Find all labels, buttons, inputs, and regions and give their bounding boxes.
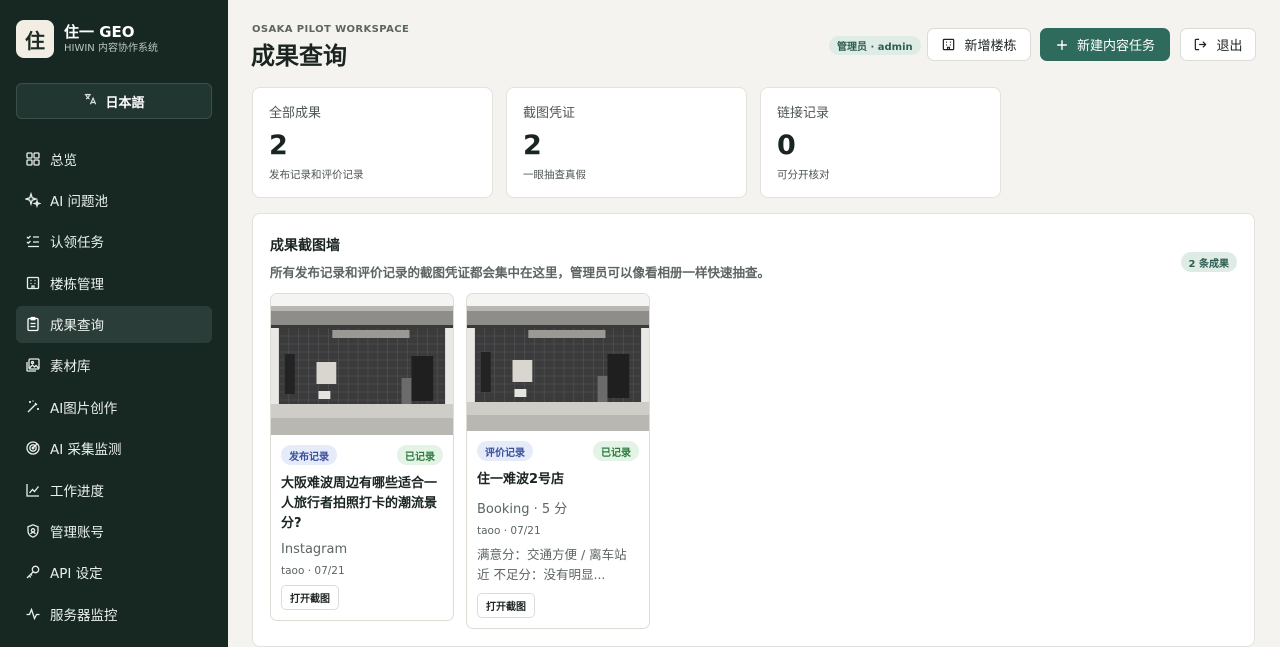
plus-icon [1055, 38, 1069, 52]
card-title: 大阪难波周边有哪些适合一人旅行者拍照打卡的潮流景分? [281, 476, 438, 531]
open-screenshot-button[interactable]: 打开截图 [281, 585, 339, 610]
sidebar-nav: 总览 AI 问题池 认领任务 楼栋管理 成果查询 素材库 AI图片创作 AI 采… [16, 140, 212, 637]
sidebar-item-claim-tasks[interactable]: 认领任务 [16, 223, 212, 260]
sidebar-item-progress[interactable]: 工作进度 [16, 471, 212, 508]
logout-label: 退出 [1216, 39, 1243, 54]
result-count-badge: 2 条成果 [1180, 252, 1237, 272]
workspace-eyebrow: OSAKA PILOT WORKSPACE [252, 24, 410, 35]
building-icon [25, 275, 41, 291]
wall-description: 所有发布记录和评价记录的截图凭证都会集中在这里，管理员可以像看相册一样快速抽查。 [270, 265, 771, 280]
stat-value: 2 [523, 130, 542, 161]
card-review-text: 满意分：交通方便 / 离车站近 不足分：没有明显... [477, 547, 627, 582]
activity-icon [25, 606, 41, 622]
clipboard-icon [25, 316, 41, 332]
screenshot-wall: 成果截图墙 所有发布记录和评价记录的截图凭证都会集中在这里，管理员可以像看相册一… [252, 213, 1255, 647]
sidebar-item-label: AI 问题池 [50, 193, 109, 210]
new-content-task-label: 新建内容任务 [1076, 39, 1155, 54]
sidebar-item-label: AI 采集监测 [50, 442, 122, 459]
result-card[interactable]: 评价记录 已记录 住一难波2号店 Booking · 5 分 taoo · 07… [466, 293, 650, 629]
stat-value: 0 [777, 130, 796, 161]
new-content-task-button[interactable]: 新建内容任务 [1040, 28, 1170, 61]
card-title: 住一难波2号店 [477, 472, 565, 487]
stat-desc: 一眼抽查真假 [523, 169, 586, 181]
status-badge: 已记录 [593, 441, 639, 461]
stat-label: 截图凭证 [523, 106, 576, 121]
screenshot-thumbnail[interactable] [271, 294, 453, 435]
sidebar-item-assets[interactable]: 素材库 [16, 347, 212, 384]
building-icon [941, 37, 956, 52]
stat-card-links: 链接记录 0 可分开核对 [760, 87, 1001, 198]
shield-icon [25, 523, 41, 539]
card-meta: taoo · 07/21 [477, 525, 541, 537]
status-badge: 已记录 [397, 445, 443, 465]
logout-icon [1193, 37, 1208, 52]
language-button-label: 日本語 [105, 95, 145, 111]
sidebar-item-label: 总览 [50, 152, 77, 169]
stat-desc: 可分开核对 [777, 169, 830, 181]
sidebar-item-label: 工作进度 [50, 483, 104, 500]
result-card[interactable]: 发布记录 已记录 大阪难波周边有哪些适合一人旅行者拍照打卡的潮流景分? Inst… [270, 293, 454, 621]
sidebar-item-overview[interactable]: 总览 [16, 140, 212, 177]
stat-card-screenshots: 截图凭证 2 一眼抽查真假 [506, 87, 747, 198]
chart-line-icon [25, 482, 41, 498]
radar-icon [25, 440, 41, 456]
sidebar-item-label: 认领任务 [50, 235, 104, 252]
sidebar-item-server-monitor[interactable]: 服务器监控 [16, 595, 212, 632]
sidebar-item-label: 服务器监控 [50, 607, 118, 624]
sidebar-item-label: 管理账号 [50, 525, 104, 542]
sidebar-item-label: AI图片创作 [50, 400, 118, 417]
sidebar: 住 住一 GEO HIWIN 内容协作系统 日本語 总览 AI 问题池 认领任务… [0, 0, 228, 647]
page-title: 成果查询 [251, 42, 347, 70]
card-meta: taoo · 07/21 [281, 565, 345, 577]
brand: 住 住一 GEO HIWIN 内容协作系统 [16, 20, 158, 58]
sidebar-item-api-settings[interactable]: API 设定 [16, 554, 212, 591]
sidebar-item-label: 成果查询 [50, 318, 104, 335]
stat-card-all-results: 全部成果 2 发布记录和评价记录 [252, 87, 493, 198]
sidebar-item-label: API 设定 [50, 566, 103, 583]
add-building-label: 新增楼栋 [964, 39, 1017, 54]
sidebar-item-label: 素材库 [50, 359, 91, 376]
card-platform: Instagram [281, 542, 348, 557]
key-icon [25, 564, 41, 580]
sidebar-item-ai-image[interactable]: AI图片创作 [16, 388, 212, 425]
stat-desc: 发布记录和评价记录 [269, 169, 364, 181]
language-button[interactable]: 日本語 [16, 83, 212, 119]
brand-logo: 住 [16, 20, 54, 58]
record-type-badge: 发布记录 [281, 445, 337, 465]
checklist-icon [25, 233, 41, 249]
open-screenshot-button[interactable]: 打开截图 [477, 593, 535, 618]
brand-subtitle: HIWIN 内容协作系统 [64, 43, 158, 54]
sidebar-item-ai-monitor[interactable]: AI 采集监测 [16, 430, 212, 467]
sidebar-item-label: 楼栋管理 [50, 276, 104, 293]
translate-icon [83, 92, 97, 110]
sidebar-item-accounts[interactable]: 管理账号 [16, 513, 212, 550]
sparkle-icon [25, 191, 41, 208]
images-icon [25, 357, 41, 373]
magic-wand-icon [25, 399, 41, 415]
record-type-badge: 评价记录 [477, 441, 533, 461]
stat-label: 全部成果 [269, 106, 322, 121]
stat-label: 链接记录 [777, 106, 830, 121]
sidebar-item-ai-questions[interactable]: AI 问题池 [16, 181, 212, 218]
wall-title: 成果截图墙 [270, 238, 340, 254]
dashboard-icon [25, 151, 41, 167]
card-platform: Booking · 5 分 [477, 502, 568, 517]
sidebar-item-results[interactable]: 成果查询 [16, 305, 212, 343]
sidebar-item-buildings[interactable]: 楼栋管理 [16, 264, 212, 301]
logout-button[interactable]: 退出 [1180, 28, 1256, 61]
stat-value: 2 [269, 130, 288, 161]
role-badge: 管理员 · admin [829, 36, 921, 55]
add-building-button[interactable]: 新增楼栋 [927, 28, 1031, 61]
screenshot-thumbnail[interactable] [467, 294, 649, 431]
brand-title: 住一 GEO [64, 23, 135, 41]
